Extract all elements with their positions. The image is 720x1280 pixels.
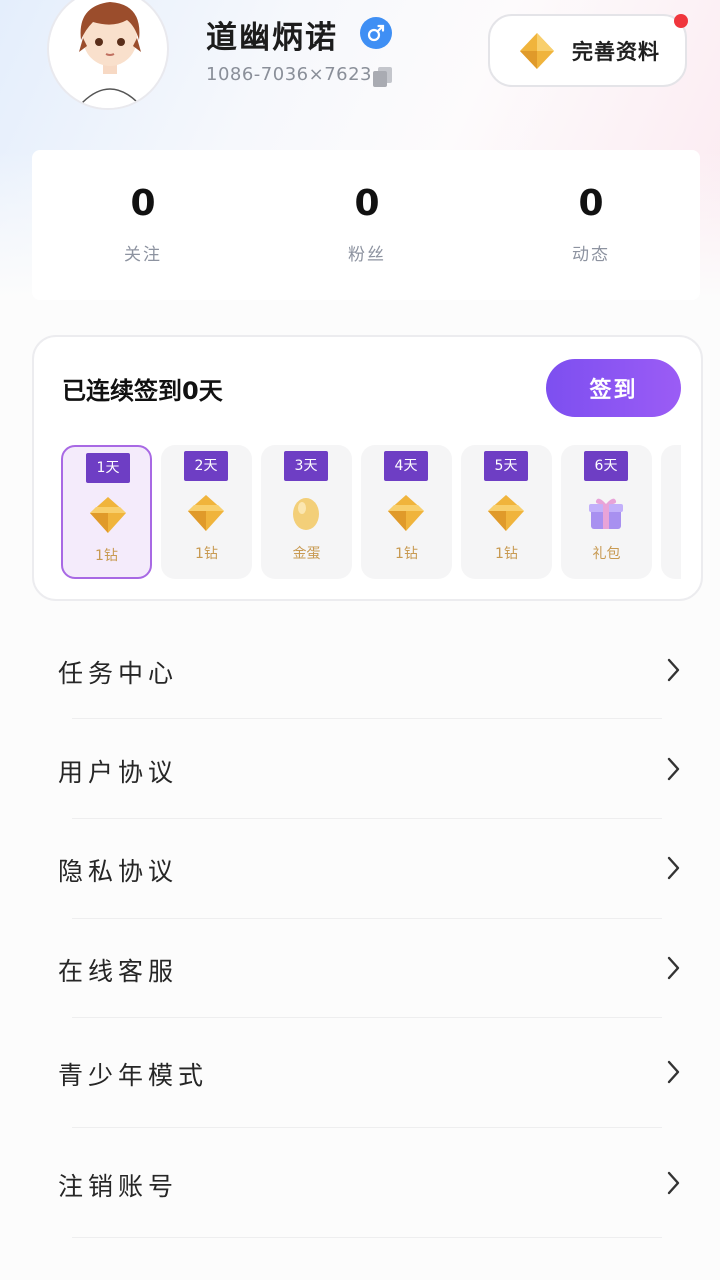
diamond-icon (520, 32, 554, 69)
diamond-icon (388, 495, 424, 531)
chevron-right-icon (667, 856, 680, 880)
menu-item-delete-account[interactable]: 注销账号 (0, 1130, 720, 1238)
divider (72, 1237, 662, 1238)
chevron-right-icon (667, 757, 680, 781)
user-id: 1086-7036×7623 (206, 64, 373, 85)
posts-label: 动态 (572, 245, 610, 265)
divider (72, 1127, 662, 1128)
diamond-icon (188, 495, 224, 531)
day-tag: 5天 (484, 451, 528, 481)
day-reward: 金蛋 (292, 546, 321, 562)
day-reward: 1钻 (195, 546, 218, 562)
checkin-streak-title: 已连续签到0天 (62, 377, 223, 405)
nickname: 道幽炳诺 (206, 20, 338, 56)
following-label: 关注 (124, 245, 162, 265)
divider (72, 718, 662, 719)
menu-item-online-support[interactable]: 在线客服 (0, 920, 720, 1020)
following-count: 0 (130, 183, 156, 224)
fans-label: 粉丝 (348, 245, 386, 265)
menu-item-teen-mode[interactable]: 青少年模式 (0, 1020, 720, 1127)
checkin-day-next-partial[interactable] (661, 445, 681, 579)
menu-item-label: 隐私协议 (58, 857, 179, 886)
checkin-day[interactable]: 4天 1钻 (361, 445, 452, 579)
stat-fans[interactable]: 0 粉丝 (277, 182, 457, 265)
menu-item-label: 注销账号 (58, 1172, 179, 1201)
copy-icon[interactable] (370, 64, 396, 90)
day-tag: 2天 (184, 451, 228, 481)
chevron-right-icon (667, 1171, 680, 1195)
checkin-day[interactable]: 3天 金蛋 (261, 445, 352, 579)
chevron-right-icon (667, 658, 680, 682)
checkin-day[interactable]: 5天 1钻 (461, 445, 552, 579)
fans-count: 0 (354, 183, 380, 224)
day-tag: 1天 (86, 453, 130, 483)
divider (72, 918, 662, 919)
menu-item-label: 在线客服 (58, 957, 179, 986)
diamond-icon (488, 495, 524, 531)
male-icon (360, 17, 392, 49)
checkin-day[interactable]: 2天 1钻 (161, 445, 252, 579)
day-tag: 4天 (384, 451, 428, 481)
diamond-icon (90, 497, 126, 533)
menu-item-privacy-policy[interactable]: 隐私协议 (0, 820, 720, 920)
day-tag: 3天 (284, 451, 328, 481)
complete-profile-button[interactable]: 完善资料 (488, 14, 687, 87)
menu-item-label: 青少年模式 (58, 1061, 209, 1090)
checkin-button[interactable]: 签到 (546, 359, 681, 417)
divider (72, 818, 662, 819)
gift-box-icon (589, 498, 623, 529)
menu-item-label: 任务中心 (58, 659, 179, 688)
menu-item-user-agreement[interactable]: 用户协议 (0, 720, 720, 820)
checkin-day[interactable]: 6天 礼包 (561, 445, 652, 579)
notification-dot (674, 14, 688, 28)
chevron-right-icon (667, 956, 680, 980)
checkin-day[interactable]: 1天 1钻 (61, 445, 152, 579)
day-reward: 礼包 (592, 546, 621, 562)
complete-profile-label: 完善资料 (572, 39, 660, 64)
day-tag: 6天 (584, 451, 628, 481)
day-reward: 1钻 (495, 546, 518, 562)
day-reward: 1钻 (95, 548, 118, 564)
chevron-right-icon (667, 1060, 680, 1084)
checkin-card: 已连续签到0天 签到 1天 1钻 2天 1钻 3天 金蛋 4天 1钻 5天 1钻… (32, 335, 703, 601)
day-reward: 1钻 (395, 546, 418, 562)
divider (72, 1017, 662, 1018)
stats-card: 0 关注 0 粉丝 0 动态 (32, 150, 700, 300)
menu-item-task-center[interactable]: 任务中心 (0, 620, 720, 720)
golden-egg-icon (293, 498, 319, 530)
stat-following[interactable]: 0 关注 (53, 182, 233, 265)
menu-item-label: 用户协议 (58, 758, 179, 787)
stat-posts[interactable]: 0 动态 (501, 182, 681, 265)
posts-count: 0 (578, 183, 604, 224)
